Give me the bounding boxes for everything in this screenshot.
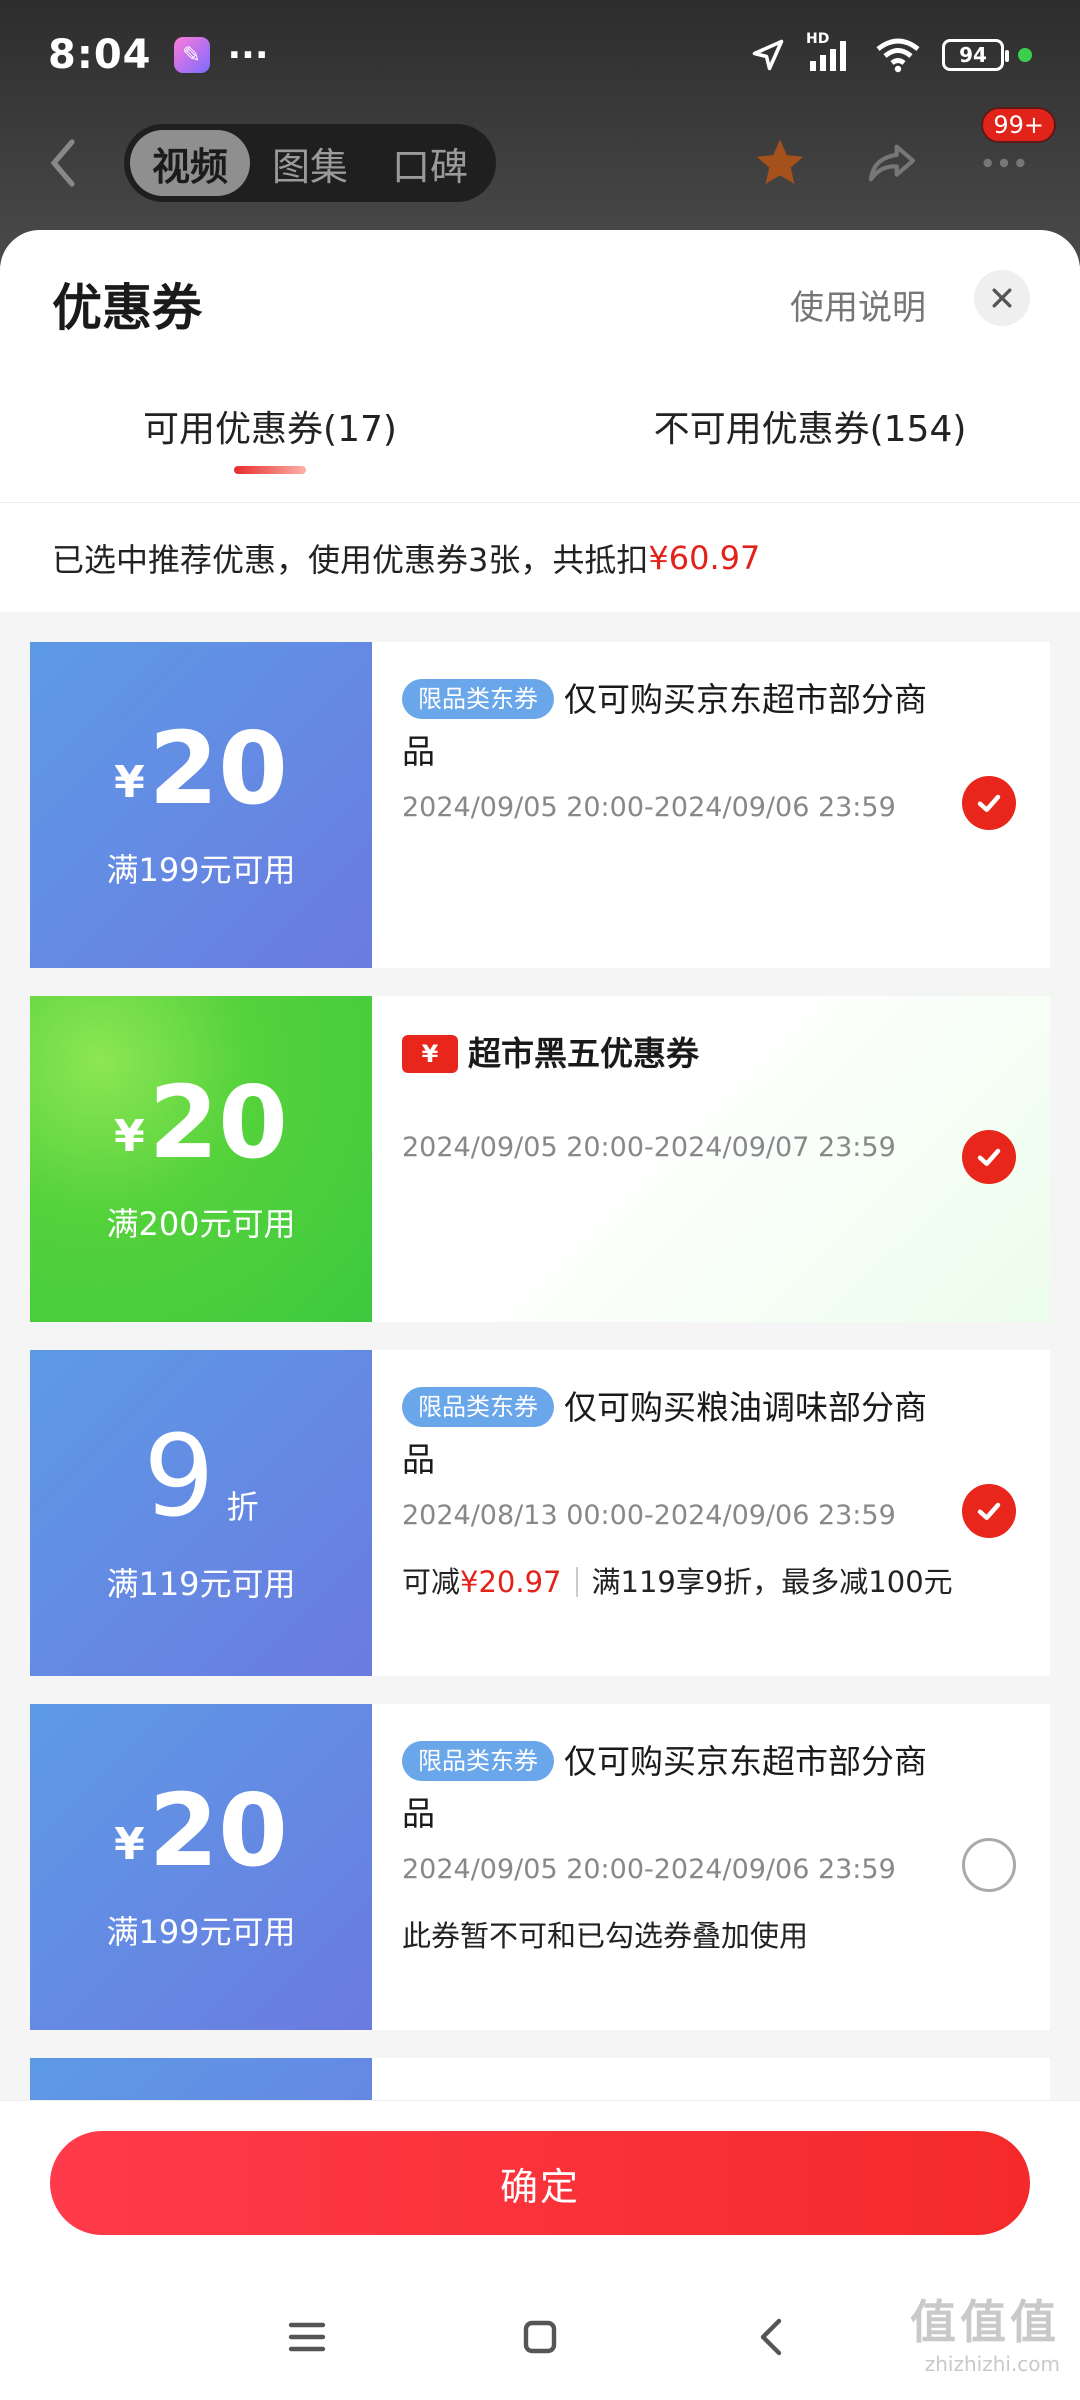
selection-summary: 已选中推荐优惠，使用优惠券3张，共抵扣 ¥60.97 [0,502,1080,612]
more-icon[interactable] [976,135,1032,191]
coupon-checkbox[interactable] [962,1838,1016,1892]
coupon-value-panel: ¥20 满199元可用 [24,642,372,968]
coupon-card[interactable]: ¥20 满199元可用 限品类东券 仅可购买京东超市部分商品 2024/09/05… [24,642,1050,968]
coupon-value-panel: ¥20 满199元可用 [24,1704,372,2030]
network-hd-label: HD [806,31,830,47]
summary-text: 已选中推荐优惠，使用优惠券3张，共抵扣 [52,540,649,579]
status-time: 8:04 [48,32,152,78]
coupon-value: 20 [148,1064,288,1181]
media-tab-switch: 视频 图集 口碑 [124,124,497,202]
close-button[interactable] [974,270,1030,326]
watermark-logo: 值值值 [910,2295,1060,2349]
checkmark-icon [977,794,1001,812]
tab-unavailable-label: 不可用优惠券(154) [653,409,967,450]
supermarket-coupon-icon: ¥ [402,1035,458,1073]
coupon-sheet: 优惠券 使用说明 可用优惠券(17) 不可用优惠券(154) 已选中推荐优惠，使… [0,230,1080,2400]
tab-gallery[interactable]: 图集 [250,130,370,196]
menu-icon[interactable] [283,2313,331,2361]
coupon-title: 超市黑五优惠券 [468,1034,699,1073]
tab-unavailable-coupons[interactable]: 不可用优惠券(154) [540,400,1080,500]
coupon-details: ¥ 超市黑五优惠券 2024/09/05 20:00-2024/09/07 23:… [372,996,1050,1322]
coupon-tabs: 可用优惠券(17) 不可用优惠券(154) [0,400,1080,500]
coupon-value: 9 [143,1412,215,1542]
coupon-card[interactable]: ¥20 满200元可用 ¥ 超市黑五优惠券 2024/09/05 20:00-20… [24,996,1050,1322]
app-notification-icon: ✎ [173,37,210,73]
battery-icon: 94 [942,39,1009,71]
coupon-validity: 2024/09/05 20:00-2024/09/07 23:59 [402,1132,896,1163]
underlying-nav-bar: 视频 图集 口碑 99+ [0,107,1080,208]
coupon-checkbox[interactable] [962,1130,1016,1184]
coupon-category-tag: 限品类东券 [402,1387,554,1427]
sheet-footer: 确定 值值值 zhizhizhi.com [0,2100,1080,2400]
share-icon[interactable] [864,135,920,191]
coupon-validity: 2024/08/13 00:00-2024/09/06 23:59 [402,1500,896,1531]
coupon-condition: 满199元可用 [106,1913,296,1951]
coupon-condition: 满199元可用 [106,851,296,889]
coupon-value: 20 [148,710,288,827]
home-icon[interactable] [516,2313,564,2361]
confirm-button[interactable]: 确定 [50,2131,1030,2235]
coupon-currency: ¥ [114,757,145,808]
coupon-card[interactable]: 9折 满119元可用 限品类东券 仅可购买粮油调味部分商品 2024/08/13 … [24,1350,1050,1676]
message-count-badge: 99+ [981,107,1056,143]
coupon-currency: ¥ [114,1819,145,1870]
coupon-currency: ¥ [114,1111,145,1162]
coupon-category-tag: 限品类东券 [402,679,554,719]
back-icon[interactable] [749,2313,797,2361]
tab-available-coupons[interactable]: 可用优惠券(17) [0,400,540,500]
privacy-indicator-dot [1018,48,1032,62]
tab-reviews[interactable]: 口碑 [370,130,490,196]
watermark: 值值值 zhizhizhi.com [910,2286,1060,2376]
coupon-details: 限品类东券 仅可购买粮油调味部分商品 2024/08/13 00:00-2024/… [372,1350,1050,1676]
checkmark-icon [977,1502,1001,1520]
location-icon [752,39,784,71]
coupon-validity: 2024/09/05 20:00-2024/09/06 23:59 [402,1854,896,1885]
battery-level: 94 [959,43,987,67]
tab-available-label: 可用优惠券(17) [143,409,397,450]
status-bar: 8:04 ✎ ··· HD 94 [0,0,1080,110]
coupon-category-tag: 限品类东券 [402,1741,554,1781]
coupon-condition: 满200元可用 [106,1205,296,1243]
sheet-header: 优惠券 使用说明 可用优惠券(17) 不可用优惠券(154) [0,230,1080,502]
note-amount: ¥20.97 [460,1565,562,1599]
checkmark-icon [977,1148,1001,1166]
summary-amount: ¥60.97 [648,538,761,577]
note-rule: 满119享9折，最多减100元 [591,1565,953,1599]
coupon-value-panel: ¥20 满200元可用 [24,996,372,1322]
tab-video[interactable]: 视频 [130,130,251,196]
coupon-value: 20 [148,1772,288,1889]
close-icon [992,288,1012,308]
usage-instructions-link[interactable]: 使用说明 [790,280,926,329]
coupon-condition: 满119元可用 [106,1565,296,1603]
coupon-value-panel: 9折 满119元可用 [24,1350,372,1676]
back-button[interactable] [48,133,88,193]
favorite-star-icon[interactable] [752,135,808,191]
wifi-icon [876,38,920,73]
more-notifications-icon: ··· [227,34,269,76]
coupon-checkbox[interactable] [962,1484,1016,1538]
active-tab-indicator [234,466,306,474]
chevron-left-icon [50,139,75,187]
coupon-details: 限品类东券 仅可购买京东超市部分商品 2024/09/05 20:00-2024/… [372,642,1050,968]
sheet-title: 优惠券 [52,279,202,337]
watermark-url: zhizhizhi.com [924,2352,1060,2376]
note-prefix: 可减 [402,1565,461,1599]
coupon-validity: 2024/09/05 20:00-2024/09/06 23:59 [402,792,896,823]
coupon-card[interactable]: ¥20 满199元可用 限品类东券 仅可购买京东超市部分商品 2024/09/05… [24,1704,1050,2030]
signal-icon: HD [806,31,854,73]
coupon-details: 限品类东券 仅可购买京东超市部分商品 2024/09/05 20:00-2024/… [372,1704,1050,2030]
coupon-stack-note: 此券暂不可和已勾选券叠加使用 [402,1919,809,1953]
coupon-checkbox[interactable] [962,776,1016,830]
coupon-discount-note: 可减¥20.97 满119享9折，最多减100元 [402,1559,1022,1601]
divider [575,1567,578,1597]
coupon-unit: 折 [226,1488,259,1526]
